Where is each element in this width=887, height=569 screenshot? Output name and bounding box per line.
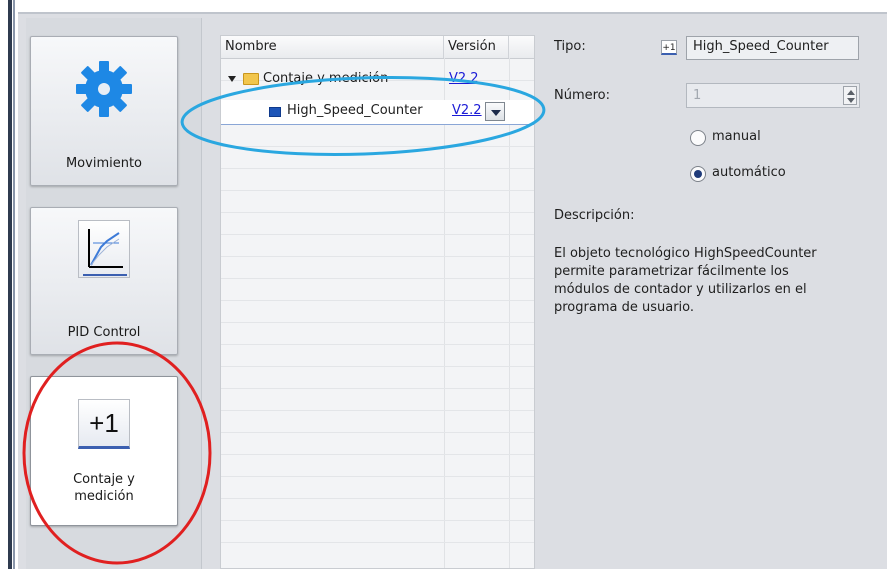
grid-line <box>221 454 534 455</box>
radio-automatico[interactable]: automático <box>690 164 830 184</box>
gear-icon <box>76 61 132 117</box>
grid-line <box>221 432 534 433</box>
grid-line <box>221 190 534 191</box>
grid-line <box>221 234 534 235</box>
radio-automatico-circle[interactable] <box>690 166 706 182</box>
grid-line <box>221 146 534 147</box>
numero-value: 1 <box>693 88 702 103</box>
tipo-label: Tipo: <box>554 39 586 54</box>
grid-line <box>221 498 534 499</box>
tipo-small-icon: +1 <box>661 40 677 55</box>
counter-icon: +1 <box>78 399 130 449</box>
grid-line <box>221 300 534 301</box>
version-dropdown[interactable] <box>485 102 505 121</box>
grid-line <box>221 212 534 213</box>
chevron-down-icon <box>491 110 501 116</box>
radio-manual-label: manual <box>712 129 761 144</box>
category-label: PID Control <box>67 325 141 340</box>
grid-line <box>221 278 534 279</box>
column-header-nombre[interactable]: Nombre <box>221 36 444 58</box>
numero-input[interactable]: 1 <box>686 83 860 108</box>
numero-label: Número: <box>554 88 611 103</box>
folder-icon <box>243 73 259 85</box>
tipo-field: High_Speed_Counter <box>686 36 859 60</box>
column-header-extra <box>509 36 534 58</box>
category-button-pid-control[interactable]: PID Control <box>30 207 178 355</box>
grid-line <box>221 344 534 345</box>
counter-block-icon <box>269 107 281 117</box>
window-left-edge <box>0 0 18 569</box>
grid-line <box>221 256 534 257</box>
version-link[interactable]: V2.2 <box>449 71 479 86</box>
column-divider <box>509 58 510 568</box>
radio-manual[interactable]: manual <box>690 128 810 148</box>
descripcion-label: Descripción: <box>554 208 635 223</box>
spin-down-icon[interactable] <box>847 98 855 103</box>
grid-line <box>221 520 534 521</box>
radio-manual-circle[interactable] <box>690 130 706 146</box>
version-link[interactable]: V2.2 <box>452 103 482 118</box>
grid-line <box>221 542 534 543</box>
tree-row-high-speed-counter[interactable]: High_Speed_Counter V2.2 <box>221 100 534 125</box>
tipo-value: High_Speed_Counter <box>693 39 829 54</box>
category-button-movimiento[interactable]: Movimiento <box>30 36 178 186</box>
category-label: Movimiento <box>65 156 143 171</box>
grid-line <box>221 322 534 323</box>
category-label-line1: Contaje y <box>73 472 135 487</box>
descripcion-text: El objeto tecnológico HighSpeedCounter p… <box>554 246 817 315</box>
category-label-line2: medición <box>74 489 134 504</box>
radio-automatico-label: automático <box>712 165 786 180</box>
tree-row-folder[interactable]: Contaje y medición V2.2 <box>221 70 534 90</box>
column-header-version[interactable]: Versión <box>444 36 509 58</box>
column-divider <box>444 58 445 568</box>
tree-item-label: Contaje y medición <box>263 71 389 86</box>
list-header: Nombre Versión <box>221 36 534 59</box>
grid-line <box>221 410 534 411</box>
tree-item-label: High_Speed_Counter <box>287 103 423 118</box>
grid-line <box>221 476 534 477</box>
chart-icon <box>78 220 130 278</box>
object-list-panel: Nombre Versión Contaje y medición V2.2 H… <box>220 35 535 569</box>
spin-up-icon[interactable] <box>847 90 855 95</box>
grid-line <box>221 388 534 389</box>
expand-arrow-icon[interactable] <box>228 76 236 82</box>
category-button-contaje-medicion[interactable]: +1 Contaje y medición <box>30 376 178 526</box>
grid-line <box>221 168 534 169</box>
grid-line <box>221 366 534 367</box>
numero-spinner[interactable] <box>843 86 857 105</box>
